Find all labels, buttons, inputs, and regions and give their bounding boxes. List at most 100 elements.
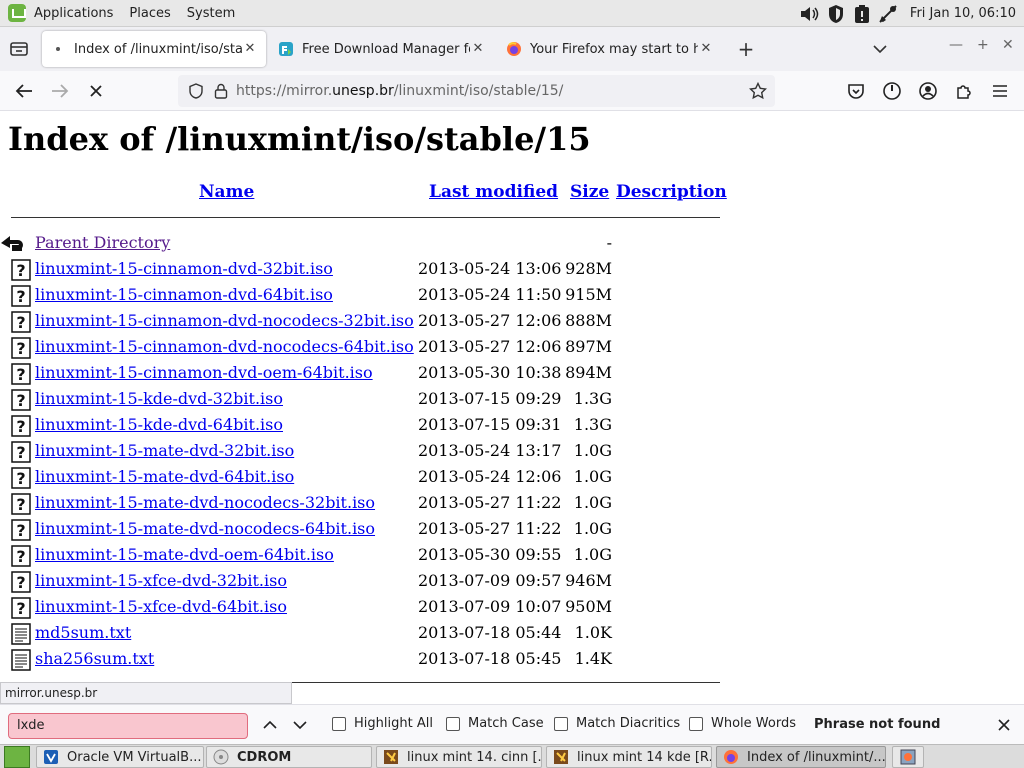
file-date: 2013-07-18 05:45 [418, 649, 562, 668]
unknown-file-icon: ? [11, 467, 31, 489]
task-label: Index of /linuxmint/... [747, 749, 886, 765]
file-link[interactable]: md5sum.txt [35, 623, 131, 642]
file-link[interactable]: linuxmint-15-cinnamon-dvd-nocodecs-64bit… [35, 337, 414, 356]
menu-system[interactable]: System [187, 6, 235, 21]
back-button[interactable] [8, 75, 40, 107]
puzzle-icon [957, 85, 971, 99]
tab-free-download-manager[interactable]: Free Download Manager for ✕ [270, 31, 494, 67]
list-all-tabs-button[interactable] [866, 33, 894, 65]
status-panel: mirror.unesp.br [0, 682, 292, 704]
pocket-button[interactable] [840, 75, 872, 107]
chevron-up-icon [263, 720, 277, 729]
file-link[interactable]: linuxmint-15-mate-dvd-64bit.iso [35, 467, 294, 486]
task-virtualbox[interactable]: Oracle VM VirtualB... [36, 746, 204, 768]
file-link[interactable]: linuxmint-15-xfce-dvd-64bit.iso [35, 597, 287, 616]
highlight-all-checkbox[interactable]: Highlight All [332, 716, 433, 731]
column-description-link[interactable]: Description [616, 182, 727, 202]
tab-close-icon[interactable]: ✕ [470, 41, 486, 57]
minimize-button[interactable]: — [949, 37, 963, 53]
file-row: ? linuxmint-15-mate-dvd-nocodecs-32bit.is… [0, 490, 720, 516]
find-next-button[interactable] [290, 715, 310, 735]
column-name-link[interactable]: Name [199, 182, 254, 202]
task-mint-cinnamon-torrent[interactable]: linux mint 14. cinn [... [376, 746, 542, 768]
pocket-icon [848, 84, 864, 99]
workspace-switcher[interactable] [892, 746, 924, 768]
task-cdrom[interactable]: CDROM [206, 746, 372, 768]
file-date: 2013-05-24 13:06 [418, 259, 562, 278]
option-label: Match Diacritics [576, 716, 681, 731]
file-link[interactable]: linuxmint-15-mate-dvd-32bit.iso [35, 441, 294, 460]
app-menu-button[interactable] [984, 75, 1016, 107]
checkbox-box[interactable] [554, 716, 568, 731]
file-row: ? linuxmint-15-mate-dvd-oem-64bit.iso 2013… [0, 542, 720, 568]
tab-index-of-linuxmint[interactable]: Index of /linuxmint/iso/stab ✕ [42, 31, 266, 67]
clock[interactable]: Fri Jan 10, 06:10 [910, 6, 1016, 21]
column-last-modified-link[interactable]: Last modified [429, 182, 558, 202]
tracking-protection-icon[interactable] [188, 83, 204, 99]
close-window-button[interactable]: ✕ [1002, 37, 1014, 53]
update-manager-icon[interactable] [852, 4, 872, 24]
network-disconnected-icon[interactable] [878, 4, 898, 24]
checkbox-box[interactable] [689, 716, 703, 731]
checkbox-box[interactable] [332, 716, 346, 731]
mint-menu-icon[interactable] [8, 4, 26, 22]
file-date: 2013-07-09 09:57 [418, 571, 562, 590]
tab-close-icon[interactable]: ✕ [242, 41, 258, 57]
task-mint-kde-torrent[interactable]: linux mint 14 kde [R... [546, 746, 712, 768]
firefox-view-button[interactable] [0, 27, 38, 71]
svg-text:?: ? [16, 391, 25, 410]
find-close-button[interactable] [994, 715, 1014, 735]
shield-icon[interactable] [826, 4, 846, 24]
file-link[interactable]: linuxmint-15-mate-dvd-oem-64bit.iso [35, 545, 334, 564]
file-link[interactable]: sha256sum.txt [35, 649, 154, 668]
menu-applications[interactable]: Applications [34, 6, 113, 21]
menu-places[interactable]: Places [129, 6, 170, 21]
tab-close-icon[interactable]: ✕ [698, 41, 714, 57]
file-link[interactable]: linuxmint-15-kde-dvd-64bit.iso [35, 415, 283, 434]
column-size-link[interactable]: Size [570, 182, 609, 202]
match-diacritics-checkbox[interactable]: Match Diacritics [554, 716, 680, 731]
lock-icon[interactable] [214, 83, 228, 99]
svg-text:?: ? [16, 365, 25, 384]
tab-firefox-may-start[interactable]: Your Firefox may start to ha ✕ [498, 31, 722, 67]
url-bar[interactable]: https://mirror.unesp.br/linuxmint/iso/st… [178, 75, 775, 107]
stop-button[interactable] [80, 75, 112, 107]
extensions-button[interactable] [948, 75, 980, 107]
find-previous-button[interactable] [260, 715, 280, 735]
file-link[interactable]: linuxmint-15-cinnamon-dvd-nocodecs-32bit… [35, 311, 414, 330]
tab-title: Your Firefox may start to ha [530, 41, 698, 57]
unknown-file-icon: ? [11, 311, 31, 333]
file-size: 1.3G [573, 389, 612, 408]
unknown-file-icon: ? [11, 519, 31, 541]
file-link[interactable]: linuxmint-15-cinnamon-dvd-32bit.iso [35, 259, 333, 278]
maximize-button[interactable]: + [977, 37, 989, 53]
volume-icon[interactable] [800, 4, 820, 24]
whole-words-checkbox[interactable]: Whole Words [689, 716, 796, 731]
file-link[interactable]: Parent Directory [35, 233, 170, 252]
checkbox-box[interactable] [446, 716, 460, 731]
new-tab-button[interactable]: + [730, 33, 762, 65]
file-link[interactable]: linuxmint-15-kde-dvd-32bit.iso [35, 389, 283, 408]
bookmark-star-icon[interactable] [749, 82, 767, 100]
svg-text:?: ? [16, 287, 25, 306]
sync-button[interactable] [876, 75, 908, 107]
forward-button[interactable] [44, 75, 76, 107]
show-desktop-button[interactable] [4, 745, 30, 768]
task-label: linux mint 14. cinn [... [407, 749, 542, 765]
tab-title: Free Download Manager for [302, 41, 470, 57]
match-case-checkbox[interactable]: Match Case [446, 716, 544, 731]
find-input[interactable]: lxde [8, 713, 248, 739]
url-prefix: https://mirror. [236, 83, 333, 99]
firefox-view-icon [10, 42, 28, 56]
file-link[interactable]: linuxmint-15-mate-dvd-nocodecs-32bit.iso [35, 493, 375, 512]
file-link[interactable]: linuxmint-15-xfce-dvd-32bit.iso [35, 571, 287, 590]
url-text[interactable]: https://mirror.unesp.br/linuxmint/iso/st… [236, 83, 563, 99]
task-firefox-index[interactable]: Index of /linuxmint/... [716, 746, 886, 768]
file-link[interactable]: linuxmint-15-cinnamon-dvd-oem-64bit.iso [35, 363, 373, 382]
file-link[interactable]: linuxmint-15-mate-dvd-nocodecs-64bit.iso [35, 519, 375, 538]
file-size: 1.0G [573, 519, 612, 538]
option-label: Match Case [468, 716, 544, 731]
file-date: 2013-07-18 05:44 [418, 623, 562, 642]
file-link[interactable]: linuxmint-15-cinnamon-dvd-64bit.iso [35, 285, 333, 304]
account-button[interactable] [912, 75, 944, 107]
